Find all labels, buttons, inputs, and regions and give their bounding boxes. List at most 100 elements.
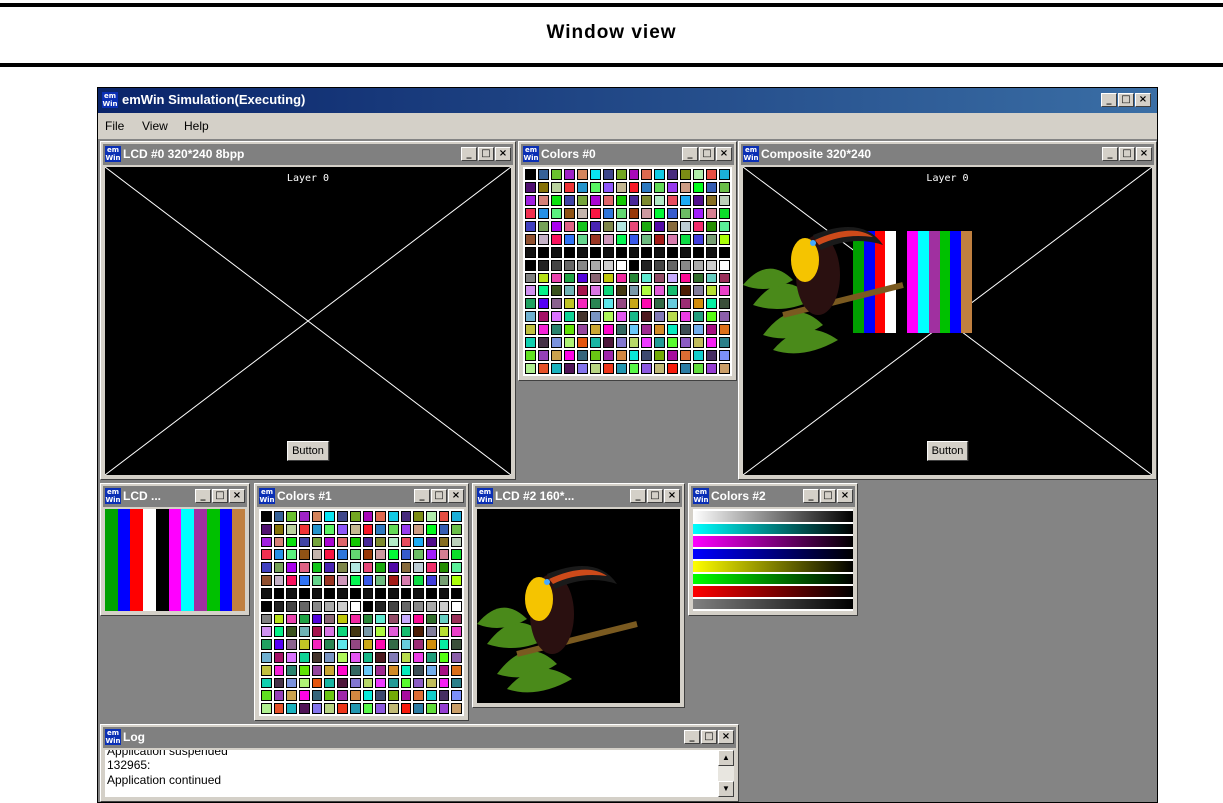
lcd1-titlebar[interactable]: em Win LCD ... _ □ ×	[103, 486, 247, 507]
minimize-button[interactable]: _	[414, 489, 430, 503]
palette-color-cell	[615, 363, 627, 374]
palette-color-cell	[451, 677, 462, 689]
maximize-button[interactable]: □	[212, 489, 228, 503]
palette-color-cell	[311, 511, 323, 522]
palette-color-cell	[641, 285, 653, 297]
lcd0-display[interactable]: Layer 0 Button	[105, 167, 511, 475]
composite-display[interactable]: Layer 0 Button	[743, 167, 1152, 475]
log-scrollbar[interactable]: ▲ ▼	[718, 750, 734, 797]
palette-color-cell	[602, 272, 614, 284]
minimize-button[interactable]: _	[682, 147, 698, 161]
close-button[interactable]: ×	[718, 730, 734, 744]
minimize-button[interactable]: _	[630, 489, 646, 503]
palette-color-cell	[451, 626, 462, 638]
palette-color-cell	[375, 562, 386, 574]
palette-color-cell	[400, 562, 412, 574]
minimize-button[interactable]: _	[684, 730, 700, 744]
maximize-button[interactable]: □	[647, 489, 663, 503]
palette-color-cell	[641, 363, 653, 374]
palette-color-cell	[286, 575, 298, 586]
palette-color-cell	[349, 651, 361, 663]
palette-color-cell	[261, 651, 272, 663]
close-button[interactable]: ×	[1135, 93, 1151, 107]
palette-color-cell	[349, 562, 361, 574]
palette-color-cell	[413, 639, 424, 650]
close-button[interactable]: ×	[448, 489, 464, 503]
lcd2-titlebar[interactable]: em Win LCD #2 160*... _ □ ×	[475, 486, 682, 507]
scroll-down-button[interactable]: ▼	[718, 781, 734, 797]
palette-color-cell	[615, 194, 627, 206]
palette-color-cell	[550, 259, 562, 271]
palette-color-cell	[337, 690, 348, 702]
palette-color-cell	[324, 587, 336, 599]
minimize-button[interactable]: _	[461, 147, 477, 161]
close-button[interactable]: ×	[229, 489, 245, 503]
composite-button[interactable]: Button	[926, 441, 969, 461]
palette-color-cell	[286, 651, 298, 663]
lcd0-button[interactable]: Button	[287, 441, 329, 461]
palette-color-cell	[550, 272, 562, 284]
lcd1-display[interactable]	[105, 509, 245, 611]
maximize-button[interactable]: □	[699, 147, 715, 161]
close-button[interactable]: ×	[837, 489, 853, 503]
maximize-button[interactable]: □	[820, 489, 836, 503]
maximize-button[interactable]: □	[478, 147, 494, 161]
maximize-button[interactable]: □	[701, 730, 717, 744]
emwin-icon: em Win	[105, 488, 121, 504]
palette-color-cell	[299, 703, 310, 714]
palette-color-cell	[375, 626, 386, 638]
minimize-button[interactable]: _	[195, 489, 211, 503]
maximize-button[interactable]: □	[1118, 93, 1134, 107]
emwin-icon: em Win	[105, 729, 121, 745]
palette-color-cell	[337, 575, 348, 586]
palette-color-cell	[525, 324, 536, 336]
palette-color-cell	[349, 549, 361, 561]
close-button[interactable]: ×	[664, 489, 680, 503]
close-button[interactable]: ×	[495, 147, 511, 161]
palette-color-cell	[563, 285, 575, 297]
palette-color-cell	[425, 575, 437, 586]
close-button[interactable]: ×	[716, 147, 732, 161]
palette-color-cell	[299, 562, 310, 574]
lcd0-titlebar[interactable]: em Win LCD #0 320*240 8bpp _ □ ×	[103, 144, 513, 165]
palette-color-cell	[425, 664, 437, 676]
minimize-button[interactable]: _	[1102, 147, 1118, 161]
palette-color-cell	[324, 562, 336, 574]
gradient-bar	[693, 523, 853, 534]
minimize-button[interactable]: _	[803, 489, 819, 503]
palette-color-cell	[615, 311, 627, 323]
palette-color-cell	[362, 703, 374, 714]
gradient-bar	[693, 573, 853, 584]
menu-view[interactable]: View	[142, 119, 168, 133]
log-titlebar[interactable]: em Win Log _ □ ×	[103, 727, 736, 748]
palette-color-cell	[550, 363, 562, 374]
colors2-titlebar[interactable]: em Win Colors #2 _ □ ×	[691, 486, 855, 507]
palette-color-cell	[589, 350, 601, 362]
menu-file[interactable]: File	[105, 119, 124, 133]
palette-color-cell	[563, 350, 575, 362]
palette-color-cell	[550, 194, 562, 206]
palette-color-cell	[299, 587, 310, 599]
scroll-up-button[interactable]: ▲	[718, 750, 734, 766]
palette-color-cell	[537, 169, 549, 180]
composite-titlebar[interactable]: em Win Composite 320*240 _ □ ×	[741, 144, 1154, 165]
menu-help[interactable]: Help	[184, 119, 209, 133]
palette-color-cell	[628, 259, 640, 271]
maximize-button[interactable]: □	[431, 489, 447, 503]
emwin-icon: em Win	[477, 488, 493, 504]
palette-color-cell	[602, 337, 614, 349]
palette-color-cell	[413, 677, 424, 689]
palette-color-cell	[537, 194, 549, 206]
minimize-button[interactable]: _	[1101, 93, 1117, 107]
palette-color-cell	[451, 562, 462, 574]
maximize-button[interactable]: □	[1119, 147, 1135, 161]
main-titlebar[interactable]: em Win emWin Simulation(Executing) _ □ ×	[98, 88, 1157, 113]
colors1-titlebar[interactable]: em Win Colors #1 _ □ ×	[257, 486, 466, 507]
lcd2-display[interactable]	[477, 509, 680, 703]
palette-color-cell	[362, 613, 374, 625]
palette-color-cell	[273, 677, 285, 689]
palette-color-cell	[273, 549, 285, 561]
log-text-area[interactable]: Application suspended 132965: Applicatio…	[105, 750, 734, 797]
colors0-titlebar[interactable]: em Win Colors #0 _ □ ×	[521, 144, 734, 165]
close-button[interactable]: ×	[1136, 147, 1152, 161]
